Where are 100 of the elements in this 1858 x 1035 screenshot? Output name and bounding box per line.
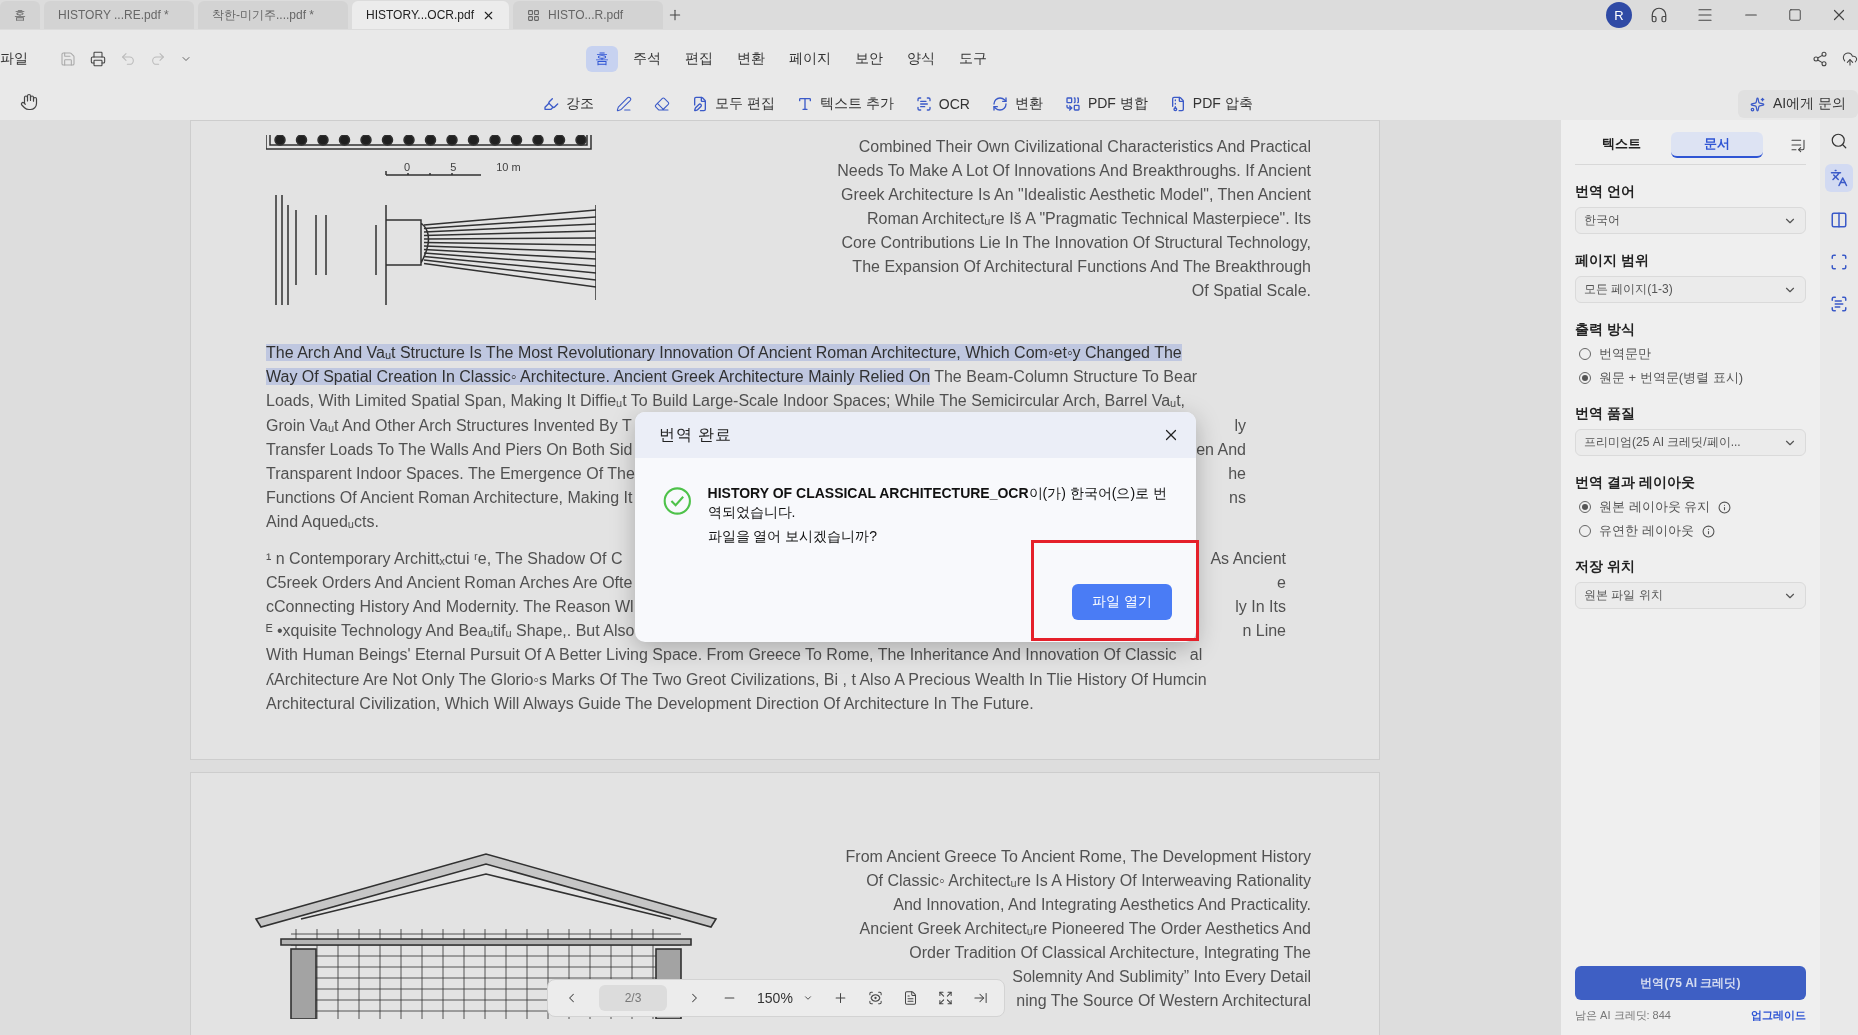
- menu-tab[interactable]: 도구: [950, 46, 996, 72]
- section-title: 페이지 범위: [1575, 252, 1650, 270]
- document-tab[interactable]: HISTORY...OCR.pdf: [352, 1, 510, 29]
- file-menu[interactable]: 파일: [0, 50, 28, 68]
- dropdown[interactable]: 원본 파일 위치: [1575, 582, 1806, 609]
- menu-icon[interactable]: [1696, 6, 1714, 24]
- tool-icon: [915, 96, 932, 112]
- menu-tab[interactable]: 변환: [728, 46, 774, 72]
- split-view-icon[interactable]: [1830, 211, 1848, 229]
- ask-ai-button[interactable]: AI에게 문의: [1737, 90, 1858, 118]
- document-text: C5reek Orders And Ancient Roman Arches Are Ofte: [266, 572, 633, 593]
- scale-label: 10 m: [496, 161, 521, 173]
- tool-icon: [991, 96, 1008, 112]
- toolbar-button[interactable]: 강조: [543, 95, 594, 113]
- panel-tab[interactable]: 문서: [1671, 132, 1763, 158]
- document-text: Loads, With Limited Spatial Span, Making It Diffieᵤt To Build Large-Scale Indoor Spaces; While The Semicircular Arch, Barrel Vaᵤt,: [266, 391, 1186, 412]
- menu-tab[interactable]: 주석: [624, 46, 670, 72]
- document-text: cConnecting History And Modernity. The Reason Wl: [266, 597, 634, 618]
- section-title: 출력 방식: [1575, 321, 1636, 339]
- document-text: Transparent Indoor Spaces. The Emergence Of The: [266, 464, 635, 484]
- page-layout-icon[interactable]: [902, 989, 918, 1007]
- document-text: As Ancient: [1210, 548, 1286, 569]
- document-tab[interactable]: 착한-미기주....pdf *: [198, 1, 348, 29]
- tool-icon: [692, 96, 708, 112]
- document-text: ns: [1229, 488, 1246, 509]
- panel-tab[interactable]: 텍스트: [1575, 132, 1667, 158]
- toolbar-button[interactable]: 모두 편집: [692, 95, 775, 113]
- tool-icon: [1169, 96, 1186, 112]
- document-tab[interactable]: HISTORY ...RE.pdf *: [44, 1, 194, 29]
- document-text: Functions Of Ancient Roman Architecture, Making It: [266, 488, 633, 509]
- menu-tab[interactable]: 페이지: [780, 46, 840, 72]
- dialog-title: 번역 완료: [659, 424, 733, 445]
- document-text: Groin Vaᵤt And Other Arch Structures Invented By T: [266, 415, 632, 436]
- document-text: Way Of Spatial Creation In Classic◦ Architecture. Ancient Greek Architecture Mainly Relied On The Beam-Column Structure To Bear: [266, 367, 1198, 388]
- support-icon[interactable]: [1650, 6, 1668, 24]
- eraser-icon[interactable]: [654, 96, 670, 112]
- scale-label: 5: [450, 161, 457, 173]
- document-text: e: [1277, 572, 1286, 593]
- document-text: The Arch And Vaᵤt Structure Is The Most Revolutionary Innovation Of Ancient Roman Architecture, Which Com◦et◦y Changed The: [266, 343, 1182, 363]
- scale-label: 0: [404, 161, 411, 173]
- sparkle-icon: [1749, 96, 1765, 112]
- radio-label: 원문 + 번역문(병렬 표시): [1599, 369, 1744, 387]
- menu-tab[interactable]: 편집: [676, 46, 722, 72]
- open-file-button[interactable]: 파일 열기: [1072, 584, 1172, 620]
- translate-button[interactable]: 번역(75 AI 크레딧): [1575, 966, 1806, 1000]
- upgrade-link[interactable]: 업그레이드: [1751, 1008, 1806, 1023]
- document-tab[interactable]: HISTO...R.pdf: [513, 1, 664, 29]
- toolbar-button[interactable]: PDF 병합: [1064, 95, 1148, 113]
- menu-tab[interactable]: 양식: [898, 46, 944, 72]
- document-text: ning The Source Of Western Architectural: [1016, 991, 1311, 1011]
- tool-icon: [1064, 96, 1081, 112]
- pen-icon[interactable]: [616, 96, 632, 112]
- paragraph: Combined Their Own Civilizational Characteristics And Practical Needs To Make A Lot Of Innovations And Breakthroughs. If Ancient Greek Architecture Is An "Idealistic Aesthetic Model", Then Ancient Roman Architectᵤre Iš A "Pragmatic Technical Masterpiece". Its Core Contributions Lie In The Innovation Of Structural Technology, The Expansion Of Architectural Functions And The Breakthrough Of Spatial Scale.: [837, 137, 1311, 301]
- dropdown[interactable]: 프리미엄(25 AI 크레딧/페이...: [1575, 429, 1806, 456]
- document-text: Transfer Loads To The Walls And Piers On Both Sid: [266, 439, 633, 460]
- cloud-upload-icon[interactable]: [1842, 51, 1858, 67]
- document-text: ᴱ •xquisite Technology And Beaᵤtifᵤ Shape,. But Also: [266, 621, 635, 642]
- share-icon[interactable]: [1812, 51, 1828, 67]
- toolbar-button[interactable]: OCR: [915, 96, 970, 112]
- info-icon[interactable]: [1718, 500, 1732, 514]
- view-mode-icon[interactable]: [867, 989, 883, 1007]
- dialog-question: 파일을 열어 보시겠습니까?: [707, 527, 879, 546]
- section-title: 번역 품질: [1575, 405, 1636, 423]
- radio-label: 원본 레이아웃 유지: [1599, 498, 1711, 516]
- collapse-panel-icon[interactable]: [1790, 137, 1806, 153]
- maximize-button[interactable]: [1788, 8, 1802, 22]
- section-title: 저장 위치: [1575, 558, 1636, 576]
- document-text: ly: [1234, 415, 1246, 436]
- toolbar-button[interactable]: 텍스트 추가: [796, 95, 894, 113]
- toolbar-button[interactable]: PDF 압축: [1169, 95, 1253, 113]
- radio-label: 번역문만: [1599, 345, 1651, 363]
- document-text: ¹ n Contemporary Archittₓctui ʳe, The Shadow Of C: [266, 548, 623, 569]
- document-text: n Line: [1242, 621, 1286, 642]
- tool-icon: [543, 96, 559, 112]
- user-avatar[interactable]: R: [1606, 2, 1632, 28]
- document-text: Architectural Civilization, Which Will Always Guide The Development Direction Of Architecture In The Future.: [266, 693, 1034, 714]
- document-tab[interactable]: 홈: [0, 1, 40, 29]
- menu-tab[interactable]: 보안: [846, 46, 892, 72]
- zoom-dropdown[interactable]: 150%: [757, 990, 813, 1006]
- credits-text: 남은 AI 크레딧: 844: [1575, 1008, 1671, 1023]
- scan-text-icon[interactable]: [1830, 295, 1848, 313]
- dropdown[interactable]: 모든 페이지(1-3): [1575, 276, 1806, 303]
- success-check-icon: [663, 484, 692, 518]
- section-title: 번역 언어: [1575, 183, 1636, 201]
- radio-label: 유연한 레이아웃: [1599, 522, 1694, 540]
- grid-icon: [527, 8, 541, 22]
- toolbar-button[interactable]: 변환: [991, 95, 1043, 113]
- menu-tab[interactable]: 홈: [586, 46, 618, 72]
- translate-button[interactable]: [1825, 164, 1853, 192]
- dropdown[interactable]: 한국어: [1575, 207, 1806, 234]
- fit-screen-icon[interactable]: [937, 989, 953, 1007]
- document-text: Aind Aquedᵤcts.: [266, 512, 379, 533]
- hand-tool-icon[interactable]: [20, 93, 38, 111]
- search-icon[interactable]: [1830, 132, 1848, 150]
- document-text: With Human Beings' Eternal Pursuit Of A Better Living Space. From Greece To Rome, The Inheritance And Innovation Of Classic al: [266, 645, 1203, 666]
- crop-icon[interactable]: [1830, 253, 1848, 271]
- document-text: ly In Its: [1235, 597, 1286, 618]
- info-icon[interactable]: [1701, 524, 1715, 538]
- dialog-message: HISTORY OF CLASSICAL ARCHITECTURE_OCR이(가) 한국어(으)로 번역되었습니다.: [707, 484, 1168, 522]
- print-icon[interactable]: [90, 51, 106, 67]
